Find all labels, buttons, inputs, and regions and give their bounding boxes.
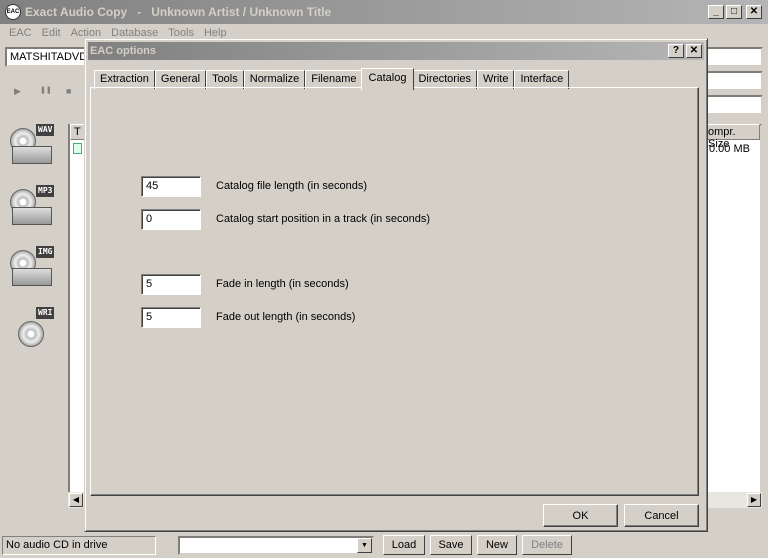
right-combo-1[interactable] [705, 47, 763, 67]
dialog-close-button[interactable]: ✕ [686, 44, 702, 58]
catalog-panel: 45 Catalog file length (in seconds) 0 Ca… [90, 87, 699, 496]
ok-button[interactable]: OK [543, 504, 618, 527]
right-combo-3[interactable] [705, 95, 763, 115]
drive-select[interactable]: MATSHITADVD [5, 47, 95, 67]
new-button[interactable]: New [477, 535, 517, 555]
stop-icon[interactable]: ■ [66, 86, 76, 96]
window-title: Exact Audio Copy - Unknown Artist / Unkn… [25, 5, 332, 19]
fade-out-length-label: Fade out length (in seconds) [216, 311, 356, 323]
copy-wav-icon[interactable]: WAV [8, 124, 60, 176]
wri-label: WRI [36, 307, 55, 319]
dialog-title: EAC options [90, 45, 156, 57]
scroll-right-button[interactable]: ▶ [747, 493, 761, 507]
img-label: IMG [36, 246, 55, 258]
maximize-button[interactable]: □ [726, 5, 742, 19]
catalog-file-length-input[interactable]: 45 [141, 176, 201, 197]
col-header-compr-size[interactable]: ompr. Size [704, 124, 760, 150]
main-title-bar: EAC Exact Audio Copy - Unknown Artist / … [0, 0, 768, 24]
wav-label: WAV [36, 124, 55, 136]
fade-in-length-input[interactable]: 5 [141, 274, 201, 295]
pause-icon[interactable]: ❚❚ [40, 86, 52, 96]
copy-image-icon[interactable]: IMG [8, 246, 60, 298]
catalog-start-position-input[interactable]: 0 [141, 209, 201, 230]
fade-out-length-input[interactable]: 5 [141, 307, 201, 328]
help-button[interactable]: ? [668, 44, 684, 58]
track-row-icon [73, 143, 82, 154]
close-button[interactable]: ✕ [746, 5, 762, 19]
track-size-value: 0.00 MB [709, 143, 750, 155]
status-text: No audio CD in drive [2, 536, 156, 555]
eac-app-icon: EAC [5, 4, 21, 20]
catalog-start-position-label: Catalog start position in a track (in se… [216, 213, 430, 225]
tab-catalog[interactable]: Catalog [360, 68, 415, 90]
menu-edit[interactable]: Edit [37, 27, 66, 39]
right-combo-2[interactable] [705, 71, 763, 91]
copy-mp3-icon[interactable]: MP3 [8, 185, 60, 237]
dialog-title-bar: EAC options ? ✕ [88, 42, 704, 60]
chevron-down-icon[interactable]: ▼ [357, 538, 372, 553]
cancel-button[interactable]: Cancel [624, 504, 699, 527]
scroll-left-button[interactable]: ◀ [69, 493, 83, 507]
catalog-file-length-label: Catalog file length (in seconds) [216, 180, 368, 192]
save-button[interactable]: Save [430, 535, 472, 555]
options-tabs: Extraction General Tools Normalize Filen… [94, 68, 570, 90]
eac-options-dialog: EAC options ? ✕ Extraction General Tools… [84, 38, 708, 532]
profile-combo[interactable]: ▼ [178, 536, 374, 555]
mp3-label: MP3 [36, 185, 55, 197]
fade-in-length-label: Fade in length (in seconds) [216, 278, 349, 290]
menu-eac[interactable]: EAC [4, 27, 37, 39]
load-button[interactable]: Load [383, 535, 425, 555]
minimize-button[interactable]: _ [708, 5, 724, 19]
delete-button[interactable]: Delete [522, 535, 572, 555]
write-cd-icon[interactable]: WRI [8, 307, 60, 359]
play-icon[interactable]: ▶ [14, 86, 24, 96]
